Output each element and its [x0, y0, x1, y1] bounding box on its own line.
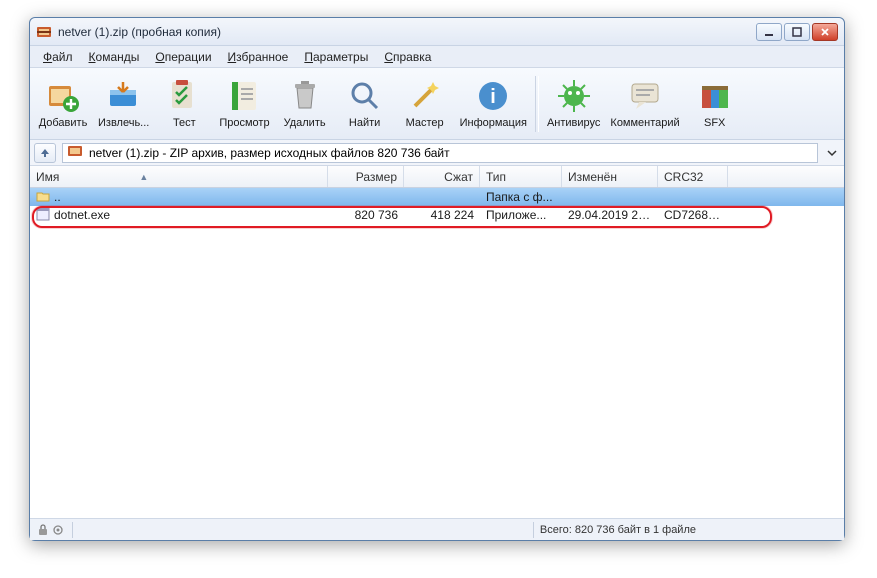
info-icon: i — [475, 78, 511, 114]
add-button[interactable]: Добавить — [34, 70, 92, 138]
toolbar-label: SFX — [704, 117, 725, 129]
toolbar-label: Найти — [349, 117, 380, 129]
app-window: netver (1).zip (пробная копия) Файл Кома… — [29, 17, 845, 541]
path-text: netver (1).zip - ZIP архив, размер исход… — [89, 146, 450, 160]
row-packed: 418 224 — [404, 208, 480, 222]
col-name[interactable]: Имя ▲ — [30, 166, 328, 187]
security-status-icon — [38, 524, 66, 536]
sfx-icon — [697, 78, 733, 114]
row-name: .. — [54, 190, 61, 204]
row-type: Приложе... — [480, 208, 562, 222]
window-controls — [756, 23, 838, 41]
info-button[interactable]: i Информация — [456, 70, 531, 138]
toolbar-label: Мастер — [406, 117, 444, 129]
toolbar-label: Просмотр — [219, 117, 269, 129]
menu-operations[interactable]: Операции — [148, 47, 218, 67]
archive-icon — [67, 143, 83, 162]
folder-up-icon — [36, 189, 50, 206]
toolbar-label: Информация — [460, 117, 527, 129]
sort-indicator-icon: ▲ — [139, 172, 148, 182]
toolbar-label: Комментарий — [610, 117, 679, 129]
sfx-button[interactable]: SFX — [686, 70, 744, 138]
col-type[interactable]: Тип — [480, 166, 562, 187]
column-header: Имя ▲ Размер Сжат Тип Изменён CRC32 — [30, 166, 844, 188]
toolbar-label: Тест — [173, 117, 196, 129]
statusbar: Всего: 820 736 байт в 1 файле — [30, 518, 844, 540]
menu-file[interactable]: Файл — [36, 47, 80, 67]
toolbar-label: Извлечь... — [98, 117, 149, 129]
wizard-button[interactable]: Мастер — [396, 70, 454, 138]
menu-options[interactable]: Параметры — [297, 47, 375, 67]
col-crc[interactable]: CRC32 — [658, 166, 728, 187]
path-field[interactable]: netver (1).zip - ZIP архив, размер исход… — [62, 143, 818, 163]
titlebar[interactable]: netver (1).zip (пробная копия) — [30, 18, 844, 46]
wand-icon — [407, 78, 443, 114]
menu-help[interactable]: Справка — [377, 47, 438, 67]
search-icon — [347, 78, 383, 114]
test-button[interactable]: Тест — [155, 70, 213, 138]
svg-text:i: i — [490, 86, 496, 108]
toolbar: Добавить Извлечь... Тест Просмотр Удалит… — [30, 68, 844, 140]
minimize-button[interactable] — [756, 23, 782, 41]
comment-button[interactable]: Комментарий — [606, 70, 683, 138]
exe-icon — [36, 207, 50, 224]
virus-icon — [556, 78, 592, 114]
toolbar-label: Удалить — [284, 117, 326, 129]
find-button[interactable]: Найти — [336, 70, 394, 138]
row-type: Папка с ф... — [480, 190, 562, 204]
archive-add-icon — [45, 78, 81, 114]
navbar: netver (1).zip - ZIP архив, размер исход… — [30, 140, 844, 166]
row-crc: CD7268DE — [658, 208, 728, 222]
toolbar-label: Добавить — [39, 117, 88, 129]
view-icon — [226, 78, 262, 114]
file-list[interactable]: .. Папка с ф... dotnet.exe 820 736 418 2… — [30, 188, 844, 518]
comment-icon — [627, 78, 663, 114]
col-size[interactable]: Размер — [328, 166, 404, 187]
toolbar-separator — [535, 76, 539, 132]
maximize-button[interactable] — [784, 23, 810, 41]
view-button[interactable]: Просмотр — [215, 70, 273, 138]
row-modified: 29.04.2019 22:14 — [562, 208, 658, 222]
file-row[interactable]: dotnet.exe 820 736 418 224 Приложе... 29… — [30, 206, 844, 224]
trash-icon — [287, 78, 323, 114]
row-size: 820 736 — [328, 208, 404, 222]
test-icon — [166, 78, 202, 114]
col-packed[interactable]: Сжат — [404, 166, 480, 187]
extract-icon — [106, 78, 142, 114]
toolbar-label: Антивирус — [547, 117, 600, 129]
path-dropdown[interactable] — [824, 144, 840, 162]
status-summary: Всего: 820 736 байт в 1 файле — [540, 524, 696, 536]
antivirus-button[interactable]: Антивирус — [543, 70, 604, 138]
parent-folder-row[interactable]: .. Папка с ф... — [30, 188, 844, 206]
app-icon — [36, 24, 52, 40]
menubar: Файл Команды Операции Избранное Параметр… — [30, 46, 844, 68]
menu-commands[interactable]: Команды — [82, 47, 147, 67]
extract-button[interactable]: Извлечь... — [94, 70, 153, 138]
window-title: netver (1).zip (пробная копия) — [58, 25, 756, 39]
nav-up-button[interactable] — [34, 143, 56, 163]
menu-favorites[interactable]: Избранное — [221, 47, 296, 67]
row-name: dotnet.exe — [54, 208, 110, 222]
delete-button[interactable]: Удалить — [276, 70, 334, 138]
col-modified[interactable]: Изменён — [562, 166, 658, 187]
close-button[interactable] — [812, 23, 838, 41]
